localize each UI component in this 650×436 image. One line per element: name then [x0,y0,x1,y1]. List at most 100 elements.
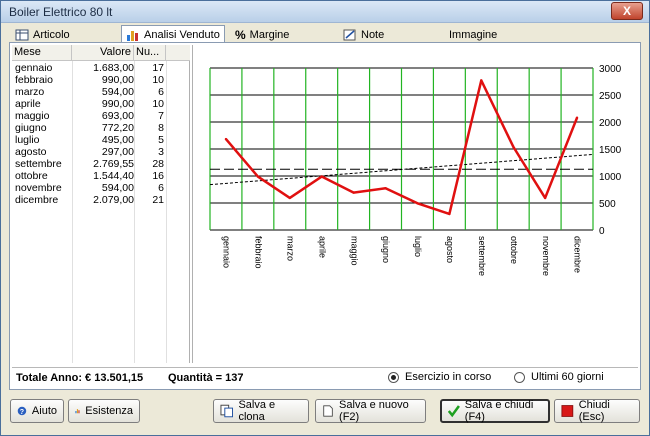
tab-articolo[interactable]: Articolo [11,26,74,43]
cell-numero: 16 [152,170,164,182]
cell-valore: 594,00 [101,182,134,194]
column-header-numero[interactable]: Nu... [134,45,166,61]
column-header-mese[interactable]: Mese [12,45,72,61]
table-row[interactable]: agosto 297,00 3 [12,146,190,158]
table-row[interactable]: ottobre 1.544,40 16 [12,170,190,182]
data-point [384,187,387,190]
tab-immagine[interactable]: Immagine [445,26,501,43]
x-tick-label: luglio [413,236,423,257]
x-tick-label: gennaio [222,236,232,268]
x-tick-label: marzo [285,236,295,261]
save-new-button[interactable]: Salva e nuovo (F2) [315,399,426,423]
cell-mese: giugno [15,122,47,134]
sales-table[interactable]: Mese Valore Nu... gennaio 1.683,00 17 febbr… [12,45,190,363]
table-row[interactable]: gennaio 1.683,00 17 [12,62,190,74]
dialog-window: Boiler Elettrico 80 lt X Articolo Analis… [0,0,650,436]
x-tick-label: settembre [477,236,487,276]
radio-label: Ultimi 60 giorni [531,371,604,383]
save-close-button[interactable]: Salva e chiudi (F4) [440,399,550,423]
total-quantity: Quantità = 137 [168,372,244,384]
cell-valore: 772,20 [101,122,134,134]
total-year: Totale Anno: € 13.501,15 [16,372,144,384]
data-point [352,191,355,194]
cell-numero: 28 [152,158,164,170]
table-row[interactable]: giugno 772,20 8 [12,122,190,134]
cell-valore: 2.079,00 [93,194,134,206]
save-close-label: Salva e chiudi (F4) [464,399,534,423]
y-tick-label: 3000 [599,64,622,75]
table-row[interactable]: dicembre 2.079,00 21 [12,194,190,206]
cell-mese: aprile [15,98,41,110]
tab-strip: Articolo Analisi Venduto % Margine Note … [9,25,641,44]
x-tick-label: aprile [317,236,327,258]
cell-mese: maggio [15,110,50,122]
help-button[interactable]: ? Aiuto [10,399,64,423]
cell-mese: agosto [15,146,47,158]
help-label: Aiuto [31,405,57,417]
table-row[interactable]: novembre 594,00 6 [12,182,190,194]
data-point [448,212,451,216]
radio-button-selected[interactable] [388,371,399,383]
cell-numero: 7 [158,110,164,122]
x-tick-label: maggio [349,236,359,266]
close-esc-button[interactable]: Chiudi (Esc) [554,399,640,423]
cell-mese: febbraio [15,74,53,86]
x-tick-label: agosto [445,236,455,263]
cell-mese: marzo [15,86,45,98]
tab-margine[interactable]: % Margine [231,26,293,43]
data-point [288,196,291,200]
sales-chart: 0 500 1000 1500 2000 2500 3000 gennaio febbraio m… [192,45,638,363]
y-tick-label: 2000 [599,118,622,129]
y-tick-label: 1000 [599,172,622,183]
title-bar: Boiler Elettrico 80 lt X [1,1,649,23]
table-row[interactable]: aprile 990,00 10 [12,98,190,110]
table-row[interactable]: febbraio 990,00 10 [12,74,190,86]
data-point [256,175,260,178]
stock-button[interactable]: Esistenza [68,399,140,423]
table-row[interactable]: maggio 693,00 7 [12,110,190,122]
y-tick-label: 0 [599,226,605,237]
table-row[interactable]: settembre 2.769,55 28 [12,158,190,170]
x-tick-label: febbraio [254,236,264,269]
cell-valore: 1.544,40 [93,170,134,182]
cell-numero: 8 [158,122,164,134]
data-point [224,137,228,141]
stop-icon [561,405,574,417]
chart-svg: 0 500 1000 1500 2000 2500 3000 gennaio febbraio m… [209,64,622,276]
table-icon [15,29,29,40]
status-bar: Totale Anno: € 13.501,15 Quantità = 137 … [12,367,638,388]
cell-numero: 10 [152,74,164,86]
cell-valore: 990,00 [101,74,134,86]
tab-note[interactable]: Note [339,26,388,43]
cell-mese: settembre [15,158,62,170]
cell-numero: 17 [152,62,164,74]
x-tick-label: dicembre [573,236,583,273]
radio-esercizio[interactable]: Esercizio in corso [388,371,491,383]
cell-numero: 6 [158,182,164,194]
cell-valore: 1.683,00 [93,62,134,74]
radio-button[interactable] [514,371,525,383]
cell-valore: 693,00 [101,110,134,122]
radio-ultimi-60[interactable]: Ultimi 60 giorni [514,371,604,383]
clone-icon [220,404,233,418]
radio-label: Esercizio in corso [405,371,492,383]
svg-text:?: ? [20,408,24,416]
x-tick-label: novembre [541,236,551,276]
tab-label: Margine [249,28,290,41]
table-row[interactable]: luglio 495,00 5 [12,134,190,146]
table-row[interactable]: marzo 594,00 6 [12,86,190,98]
data-point [575,116,579,119]
cell-numero: 5 [158,134,164,146]
cell-valore: 297,00 [101,146,134,158]
save-clone-button[interactable]: Salva e clona [213,399,309,423]
close-button[interactable]: X [611,2,643,20]
window-title: Boiler Elettrico 80 lt [9,5,113,19]
cell-valore: 594,00 [101,86,134,98]
cell-mese: dicembre [15,194,59,206]
y-tick-label: 500 [599,199,616,210]
bar-chart-icon [127,31,138,41]
cell-mese: luglio [15,134,40,146]
data-point [512,145,515,148]
cell-valore: 990,00 [101,98,134,110]
column-header-valore[interactable]: Valore [72,45,134,61]
